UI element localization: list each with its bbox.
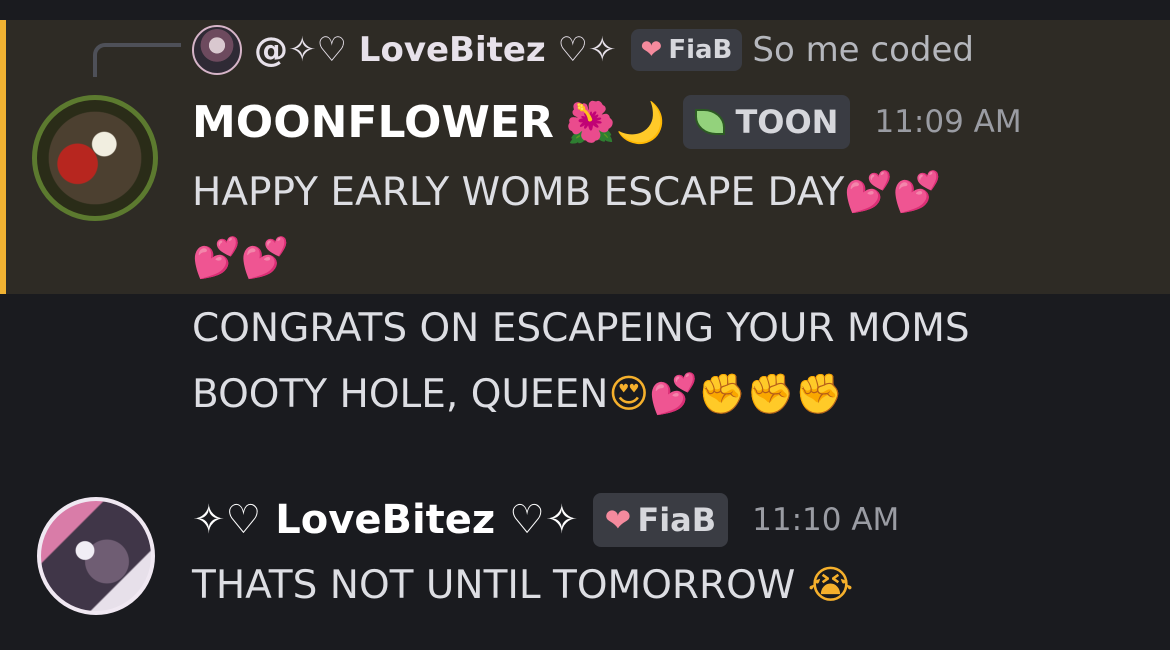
reply-message-preview[interactable]: So me coded — [752, 30, 974, 70]
two-hearts-emoji: 💕 — [649, 372, 698, 417]
leaf-icon — [695, 109, 726, 135]
message1-line-1: HAPPY EARLY WOMB ESCAPE DAY💕💕 — [192, 160, 941, 226]
reply-preview-row[interactable]: @✧♡ LoveBitez ♡✧ ❤ FiaB So me coded — [192, 24, 974, 76]
message2-author[interactable]: ✧♡ LoveBitez ♡✧ — [192, 497, 579, 543]
moonflower-avatar[interactable] — [32, 95, 158, 221]
two-hearts-emoji: 💕💕 — [844, 170, 942, 215]
reply-avatar[interactable] — [192, 25, 242, 75]
heart-icon: ❤ — [604, 501, 632, 539]
reply-connector — [93, 43, 181, 77]
message2-server-tag[interactable]: ❤ FiaB — [592, 493, 729, 547]
reply-username[interactable]: @✧♡ LoveBitez ♡✧ — [254, 30, 617, 70]
message2-line: THATS NOT UNTIL TOMORROW 😭 — [192, 553, 853, 619]
reply-server-tag[interactable]: ❤ FiaB — [630, 29, 743, 71]
message1-line-3: CONGRATS ON ESCAPEING YOUR MOMS — [192, 296, 970, 362]
heart-icon: ❤ — [640, 35, 663, 65]
message1-line-4: BOOTY HOLE, QUEEN😍💕✊✊✊ — [192, 362, 843, 428]
chat-window: @✧♡ LoveBitez ♡✧ ❤ FiaB So me coded MOON… — [0, 0, 1170, 650]
message2-header: ✧♡ LoveBitez ♡✧ ❤ FiaB 11:10 AM — [192, 491, 899, 549]
two-hearts-emoji: 💕💕 — [192, 236, 290, 281]
message1-server-tag[interactable]: TOON — [683, 95, 851, 149]
raised-fist-emoji: ✊✊✊ — [697, 372, 844, 417]
message2-text: THATS NOT UNTIL TOMORROW — [192, 563, 796, 608]
reply-tag-label: FiaB — [668, 35, 733, 65]
message2-timestamp[interactable]: 11:10 AM — [752, 502, 899, 538]
message2-tag-label: FiaB — [637, 501, 717, 539]
crying-face-emoji: 😭 — [807, 563, 854, 608]
message1-text-1: HAPPY EARLY WOMB ESCAPE DAY — [192, 170, 845, 215]
hibiscus-moon-emoji: 🌺🌙 — [565, 99, 666, 146]
message1-text-4: BOOTY HOLE, QUEEN — [192, 372, 609, 417]
message1-author[interactable]: MOONFLOWER — [192, 97, 554, 148]
heart-eyes-emoji: 😍 — [608, 372, 650, 417]
message1-line-2: 💕💕 — [192, 226, 289, 292]
message1-timestamp[interactable]: 11:09 AM — [874, 104, 1021, 140]
lovebitez-avatar[interactable] — [37, 497, 155, 615]
message1-text-3: CONGRATS ON ESCAPEING YOUR MOMS — [192, 306, 970, 351]
message1-tag-label: TOON — [735, 103, 839, 141]
message1-header: MOONFLOWER 🌺🌙 TOON 11:09 AM — [192, 92, 1022, 152]
